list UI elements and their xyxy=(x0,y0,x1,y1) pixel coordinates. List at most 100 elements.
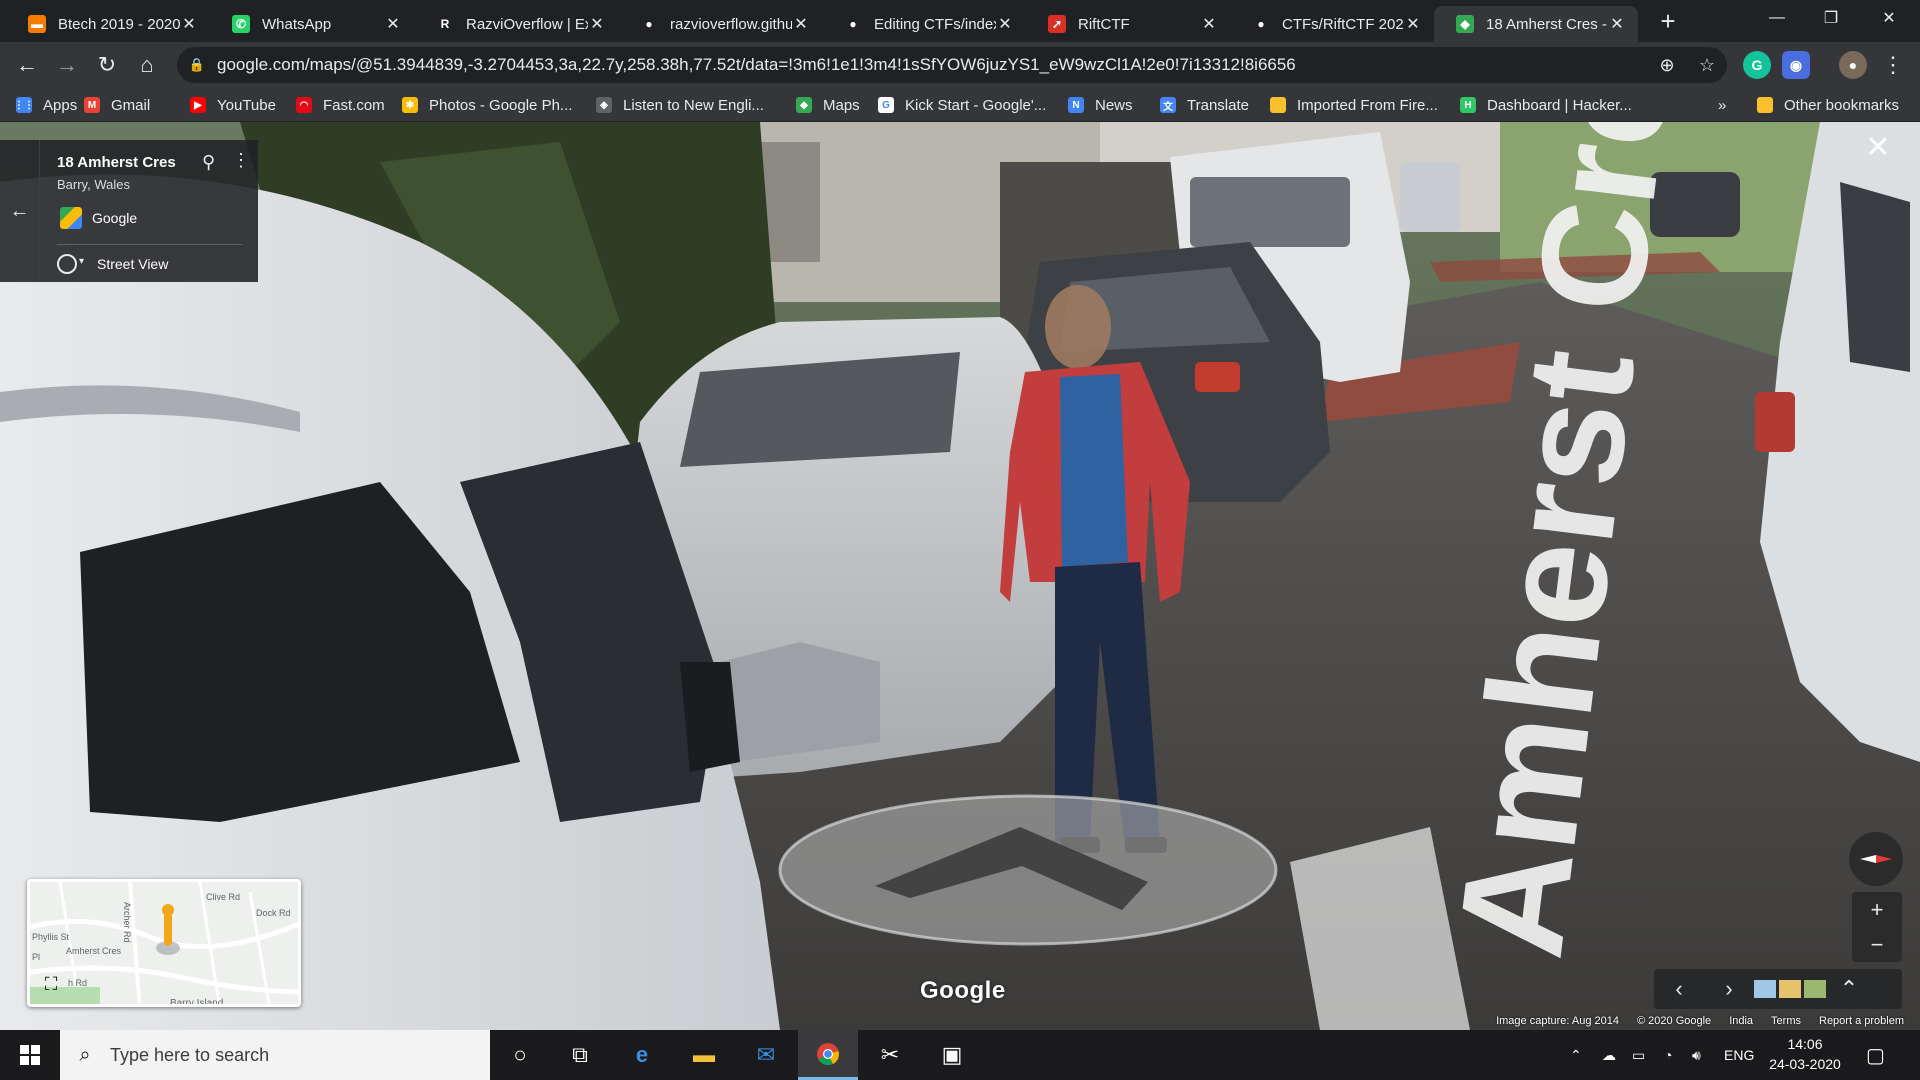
home-button[interactable]: ⌂ xyxy=(132,50,162,80)
chrome-menu-icon[interactable]: ⋮ xyxy=(1878,50,1908,80)
task-view-icon[interactable]: ⧉ xyxy=(550,1030,610,1080)
footer-link[interactable]: India xyxy=(1729,1015,1753,1030)
add-location-icon[interactable]: ⊕ xyxy=(1647,55,1687,76)
back-button[interactable]: ← xyxy=(12,50,42,80)
minimap-label: Amherst Cres xyxy=(66,946,122,956)
bookmark-item[interactable]: ◈ Listen to New Engli... xyxy=(596,94,764,116)
place-info-card: ← 18 Amherst Cres Barry, Wales ⚲ ⋮ Googl… xyxy=(0,140,258,282)
tab-close-icon[interactable]: ✕ xyxy=(996,14,1014,34)
bookmark-item[interactable]: ◠ Fast.com xyxy=(296,94,385,116)
tray-chevron-icon[interactable]: ⌃ xyxy=(1570,1030,1582,1080)
tab-close-icon[interactable]: ✕ xyxy=(588,14,606,34)
photo-thumbnail[interactable] xyxy=(1779,980,1801,998)
bookmark-label: Imported From Fire... xyxy=(1297,96,1438,114)
photos-app-icon[interactable]: ▣ xyxy=(922,1030,982,1080)
reload-button[interactable]: ↻ xyxy=(92,50,122,80)
bookmark-star-icon[interactable]: ☆ xyxy=(1687,55,1727,76)
street-view-panorama[interactable]: Amherst Cres ← 18 Amherst Cres Barry, Wa… xyxy=(0,122,1920,1030)
mail-icon[interactable]: ✉ xyxy=(736,1030,796,1080)
other-bookmarks[interactable]: Other bookmarks xyxy=(1757,94,1899,116)
minimize-button[interactable]: — xyxy=(1754,0,1800,36)
tab-close-icon[interactable]: ✕ xyxy=(384,14,402,34)
windows-logo-icon xyxy=(20,1045,40,1065)
taskbar-clock[interactable]: 14:06 24-03-2020 xyxy=(1762,1034,1848,1076)
browser-tab[interactable]: ✆ WhatsApp ✕ xyxy=(210,6,414,42)
map-pin-icon[interactable]: ⚲ xyxy=(202,152,215,173)
browser-tab[interactable]: ● Editing CTFs/index ✕ xyxy=(822,6,1026,42)
bookmark-item[interactable]: 文 Translate xyxy=(1160,94,1249,116)
camera-extension-icon[interactable]: ◉ xyxy=(1782,51,1810,79)
bookmark-favicon-icon: ⋮⋮ xyxy=(14,97,34,113)
bookmark-favicon-icon: N xyxy=(1068,97,1084,113)
compass-icon[interactable] xyxy=(1849,832,1903,886)
street-view-history-toggle[interactable]: Street View xyxy=(57,254,168,274)
forward-button[interactable]: → xyxy=(52,50,82,80)
other-bookmarks-label: Other bookmarks xyxy=(1784,96,1900,114)
tab-close-icon[interactable]: ✕ xyxy=(180,14,198,34)
bookmark-item[interactable]: H Dashboard | Hacker... xyxy=(1460,94,1632,116)
bookmark-item[interactable]: M Gmail xyxy=(84,94,150,116)
bookmark-item[interactable]: ✱ Photos - Google Ph... xyxy=(402,94,572,116)
minimap-label: Barry Island xyxy=(170,998,224,1007)
minimap[interactable]: Clive Rd Archer Rd Dock Rd Amherst Cres … xyxy=(27,879,301,1007)
bookmark-item[interactable]: ▶ YouTube xyxy=(190,94,276,116)
new-tab-button[interactable]: + xyxy=(1654,8,1682,36)
chrome-taskbar-icon[interactable] xyxy=(798,1030,858,1080)
zoom-in-button[interactable]: + xyxy=(1852,892,1902,927)
file-explorer-icon[interactable]: ▬ xyxy=(674,1030,734,1080)
more-options-icon[interactable]: ⋮ xyxy=(232,150,250,171)
image-source[interactable]: Google xyxy=(60,207,137,229)
lock-icon[interactable]: 🔒 xyxy=(177,57,217,73)
browser-tab[interactable]: ● razvioverflow.githu ✕ xyxy=(618,6,822,42)
browser-toolbar: ← → ↻ ⌂ 🔒 google.com/maps/@51.3944839,-3… xyxy=(0,42,1920,88)
tab-close-icon[interactable]: ✕ xyxy=(1200,14,1218,34)
tab-close-icon[interactable]: ✕ xyxy=(1404,14,1422,34)
expand-filmstrip-icon[interactable]: ⌃ xyxy=(1829,976,1869,1002)
bookmark-favicon-icon: H xyxy=(1460,97,1476,113)
cortana-icon[interactable]: ○ xyxy=(490,1030,550,1080)
bookmark-item[interactable]: Imported From Fire... xyxy=(1270,94,1438,116)
notifications-icon[interactable]: ▢ xyxy=(1866,1030,1885,1080)
bookmark-item[interactable]: ⋮⋮ Apps xyxy=(14,94,77,116)
language-indicator[interactable]: ENG xyxy=(1724,1030,1754,1080)
browser-tab[interactable]: ● CTFs/RiftCTF 2020 ✕ xyxy=(1230,6,1434,42)
start-button[interactable] xyxy=(0,1030,60,1080)
footer-link[interactable]: Terms xyxy=(1771,1015,1801,1030)
onedrive-icon[interactable]: ☁ xyxy=(1602,1030,1616,1080)
browser-tab-active[interactable]: ◆ 18 Amherst Cres - ✕ xyxy=(1434,6,1638,42)
bookmark-item[interactable]: ◆ Maps xyxy=(796,94,860,116)
address-bar[interactable]: 🔒 google.com/maps/@51.3944839,-3.2704453… xyxy=(177,47,1727,83)
volume-icon[interactable]: 🔊︎ xyxy=(1692,1030,1701,1080)
expand-map-icon[interactable]: ⛶ xyxy=(38,974,64,1000)
previous-photo-icon[interactable]: ‹ xyxy=(1654,976,1704,1002)
bookmarks-overflow-button[interactable]: » xyxy=(1718,94,1726,116)
photo-thumbnail[interactable] xyxy=(1754,980,1776,998)
footer-link[interactable]: Report a problem xyxy=(1819,1015,1904,1030)
browser-tab[interactable]: ▬ Btech 2019 - 2020 ✕ xyxy=(6,6,210,42)
bookmark-item[interactable]: G Kick Start - Google'... xyxy=(878,94,1046,116)
bookmark-item[interactable]: N News xyxy=(1068,94,1133,116)
back-arrow-icon[interactable]: ← xyxy=(0,140,40,282)
minimap-label: Phyllis St xyxy=(32,932,70,942)
tab-close-icon[interactable]: ✕ xyxy=(1608,14,1626,34)
browser-tab[interactable]: R RazviOverflow | Ex ✕ xyxy=(414,6,618,42)
edge-icon[interactable]: e xyxy=(612,1030,672,1080)
wifi-icon[interactable]: ◔ xyxy=(1664,1030,1672,1080)
profile-avatar[interactable]: ● xyxy=(1839,51,1867,79)
photo-thumbnail[interactable] xyxy=(1804,980,1826,998)
battery-icon[interactable]: ▭ xyxy=(1632,1030,1645,1080)
zoom-out-button[interactable]: − xyxy=(1852,927,1902,962)
tab-close-icon[interactable]: ✕ xyxy=(792,14,810,34)
next-photo-icon[interactable]: › xyxy=(1704,976,1754,1002)
taskbar-search[interactable]: ⌕ Type here to search xyxy=(60,1030,490,1080)
footer-link[interactable]: © 2020 Google xyxy=(1637,1015,1711,1030)
browser-tab[interactable]: ➚ RiftCTF ✕ xyxy=(1026,6,1230,42)
snipping-tool-icon[interactable]: ✂ xyxy=(860,1030,920,1080)
minimap-label: Archer Rd xyxy=(122,902,132,943)
address-url[interactable]: google.com/maps/@51.3944839,-3.2704453,3… xyxy=(217,55,1647,75)
close-street-view-button[interactable]: ✕ xyxy=(1860,130,1896,166)
restore-button[interactable]: ❐ xyxy=(1808,0,1854,36)
grammarly-extension-icon[interactable]: G xyxy=(1743,51,1771,79)
window-close-button[interactable]: ✕ xyxy=(1866,0,1912,36)
photo-filmstrip[interactable]: ‹ › ⌃ xyxy=(1654,969,1902,1009)
